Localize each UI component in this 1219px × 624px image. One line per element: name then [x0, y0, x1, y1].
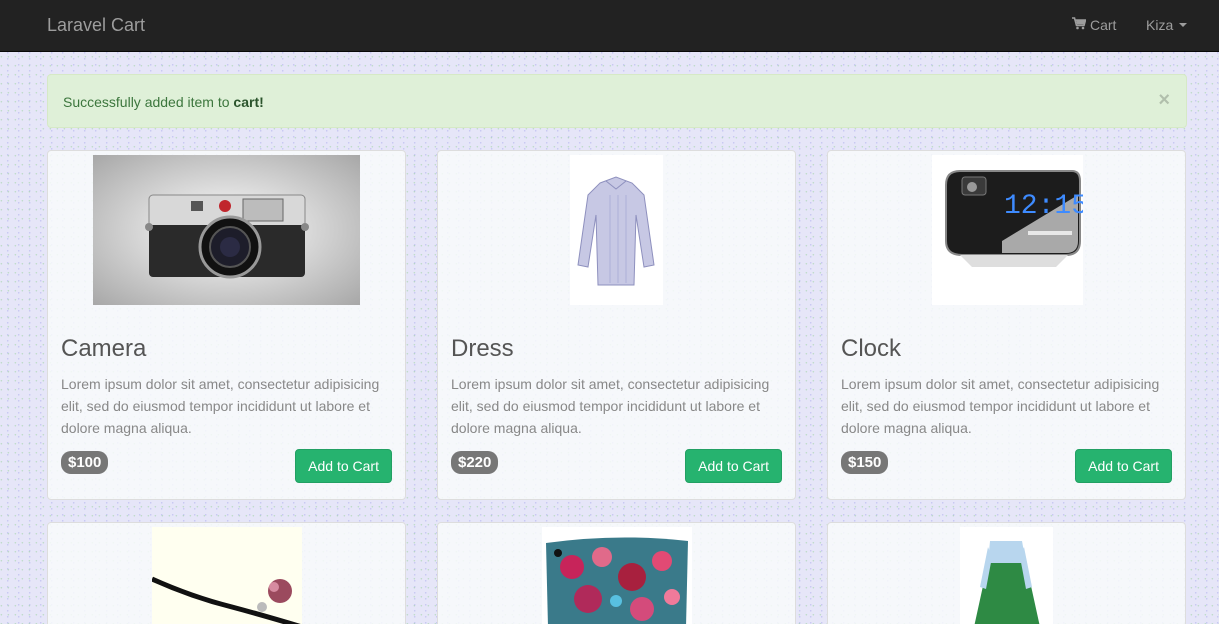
user-name-label: Kiza: [1146, 17, 1174, 33]
product-title: Dress: [451, 335, 514, 362]
add-to-cart-button[interactable]: Add to Cart: [1075, 449, 1172, 483]
nav-cart-link[interactable]: Cart: [1072, 17, 1116, 33]
product-description: Lorem ipsum dolor sit amet, consectetur …: [451, 376, 770, 436]
caret-down-icon: [1179, 23, 1188, 27]
product-description: Lorem ipsum dolor sit amet, consectetur …: [841, 376, 1160, 436]
brand-link[interactable]: Laravel Cart: [47, 15, 145, 36]
alert-bold-text: cart!: [233, 94, 264, 110]
product-card: [827, 522, 1186, 624]
navbar: Laravel Cart Cart Kiza: [0, 0, 1219, 52]
price-badge: $150: [841, 451, 889, 474]
product-card: [437, 522, 796, 624]
user-dropdown[interactable]: Kiza: [1146, 17, 1188, 33]
svg-text:12:15: 12:15: [1004, 191, 1083, 222]
product-image-pillow: [542, 527, 692, 624]
price-badge: $220: [451, 451, 499, 474]
alert-text: Successfully added item to: [63, 94, 234, 110]
product-image-green-dress: [960, 527, 1053, 624]
product-card: Dress Lorem ipsum dolor sit amet, consec…: [437, 150, 796, 500]
product-image-dress: [570, 155, 663, 305]
product-title: Clock: [841, 335, 902, 362]
product-card: Camera Lorem ipsum dolor sit amet, conse…: [47, 150, 406, 500]
add-to-cart-button[interactable]: Add to Cart: [295, 449, 392, 483]
nav-cart-label: Cart: [1090, 17, 1117, 33]
product-title: Camera: [61, 335, 147, 362]
product-description: Lorem ipsum dolor sit amet, consectetur …: [61, 376, 380, 436]
add-to-cart-button[interactable]: Add to Cart: [685, 449, 782, 483]
product-image-camera: [93, 155, 360, 305]
product-image-necklace: [152, 527, 302, 624]
success-alert: Successfully added item to cart! ×: [47, 74, 1187, 128]
product-card: [47, 522, 406, 624]
close-icon[interactable]: ×: [1158, 89, 1170, 112]
shopping-cart-icon: [1072, 17, 1087, 33]
price-badge: $100: [61, 451, 109, 474]
product-image-clock: 12:15: [932, 155, 1083, 305]
product-card: 12:15 Clock Lorem ipsum dolor sit amet, …: [827, 150, 1186, 500]
